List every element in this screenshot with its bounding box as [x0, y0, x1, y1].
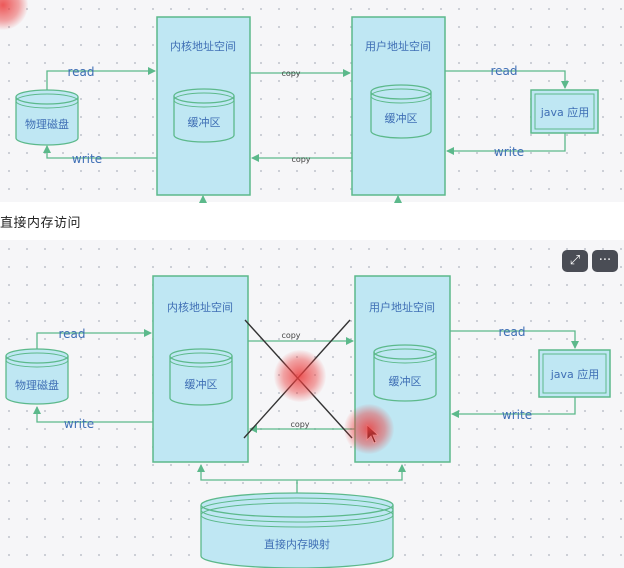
diagram-canvas: 内核地址空间 缓冲区 用户地址空间 缓冲区 物理磁盘 java 应用 read … — [5, 16, 611, 568]
top-diagram: 内核地址空间 缓冲区 用户地址空间 缓冲区 物理磁盘 java 应用 read … — [15, 16, 599, 203]
highlight-spot-cross — [274, 350, 326, 402]
bottom-diagram: 内核地址空间 缓冲区 用户地址空间 缓冲区 物理磁盘 java 应用 read … — [5, 275, 611, 568]
top-kernel-buffer: 缓冲区 — [173, 88, 235, 143]
bottom-user-buffer-label: 缓冲区 — [389, 374, 422, 388]
bottom-user-space-title: 用户地址空间 — [369, 300, 435, 314]
bottom-kernel-buffer-label: 缓冲区 — [185, 377, 218, 391]
top-user-buffer: 缓冲区 — [370, 84, 432, 139]
bottom-user-buffer: 缓冲区 — [373, 344, 437, 402]
bottom-read-left-arrow — [36, 329, 152, 349]
bottom-java-app-label: java 应用 — [550, 367, 600, 381]
bottom-write-left-label: write — [64, 417, 94, 431]
top-java-app-label: java 应用 — [540, 105, 590, 119]
expand-button[interactable]: ⤢ — [562, 250, 588, 272]
mmap-label: 直接内存映射 — [264, 537, 330, 551]
top-write-right-label: write — [494, 145, 524, 159]
top-copy-lower-label: copy — [291, 155, 310, 164]
bottom-copy-lower-label: copy — [290, 420, 309, 429]
bottom-copy-upper-label: copy — [281, 331, 300, 340]
top-java-app-box: java 应用 — [530, 89, 599, 134]
top-physical-disk: 物理磁盘 — [15, 89, 79, 146]
bottom-read-right-label: read — [498, 325, 525, 339]
bottom-physical-disk: 物理磁盘 — [5, 348, 69, 405]
bottom-write-right-label: write — [502, 408, 532, 422]
highlight-spot-cursor — [344, 404, 394, 454]
expand-icon: ⤢ — [569, 253, 581, 268]
top-read-left-label: read — [67, 65, 94, 79]
more-button[interactable]: ··· — [592, 250, 618, 272]
top-copy-upper-label: copy — [281, 69, 300, 78]
direct-memory-mapping: 直接内存映射 — [200, 492, 394, 568]
top-write-left-label: write — [72, 152, 102, 166]
top-user-space-title: 用户地址空间 — [365, 39, 431, 53]
bottom-kernel-buffer: 缓冲区 — [169, 348, 233, 406]
bottom-write-left-arrow — [33, 406, 153, 423]
top-kernel-buffer-label: 缓冲区 — [188, 115, 221, 129]
top-read-left-arrow — [46, 67, 156, 90]
top-disk-label: 物理磁盘 — [25, 117, 69, 131]
bottom-disk-label: 物理磁盘 — [15, 378, 59, 392]
bottom-kernel-space-title: 内核地址空间 — [167, 300, 233, 314]
bottom-read-left-label: read — [58, 327, 85, 341]
mmap-connector — [200, 466, 403, 494]
top-user-buffer-label: 缓冲区 — [385, 111, 418, 125]
bottom-java-app-box: java 应用 — [538, 349, 611, 398]
top-read-right-label: read — [490, 64, 517, 78]
top-kernel-space-title: 内核地址空间 — [170, 39, 236, 53]
